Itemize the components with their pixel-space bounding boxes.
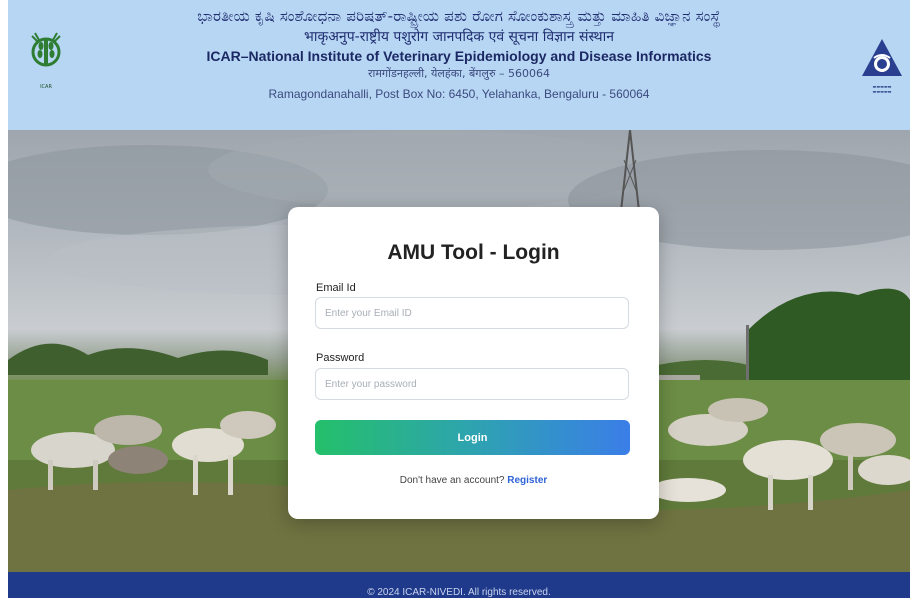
- register-prompt-line: Don't have an account? Register: [288, 475, 659, 486]
- password-input[interactable]: [315, 368, 629, 400]
- login-button[interactable]: Login: [315, 420, 630, 455]
- header-address-english: Ramagondanahalli, Post Box No: 6450, Yel…: [268, 87, 650, 101]
- header-address-hindi: रामगोंडनहल्ली, येलहंका, बेंगलुरु – 56006…: [367, 67, 551, 80]
- triangle-cow-emblem-icon: [862, 39, 902, 76]
- email-input[interactable]: [315, 297, 629, 329]
- header-english-line: ICAR–National Institute of Veterinary Ep…: [206, 48, 712, 64]
- copyright-text: © 2024 ICAR-NIVEDI. All rights reserved.: [367, 587, 551, 598]
- password-label: Password: [316, 352, 365, 364]
- login-title: AMU Tool - Login: [387, 241, 560, 264]
- register-prompt: Don't have an account?: [399, 475, 505, 486]
- email-label: Email Id: [316, 282, 356, 294]
- header-kannada-line: ಭಾರತೀಯ ಕೃಷಿ ಸಂಶೋಧನಾ ಪರಿಷತ್-ರಾಷ್ಟ್ರೀಯ ಪಶು…: [197, 7, 721, 25]
- header-hindi-line: भाकृअनुप-राष्ट्रीय पशुरोग जानपदिक एवं सू…: [304, 29, 614, 45]
- login-card: AMU Tool - Login Email Id Password Login…: [288, 207, 659, 519]
- nivedi-logo-caption: ▬▬▬▬▬ ▬▬▬▬▬: [872, 84, 892, 94]
- institute-header: ICAR ಭಾರತೀಯ ಕೃಷಿ ಸಂಶೋಧನಾ ಪರಿಷತ್-ರಾಷ್ಟ್ರೀ…: [8, 0, 910, 130]
- register-link[interactable]: Register: [507, 475, 547, 486]
- nivedi-logo: ▬▬▬▬▬ ▬▬▬▬▬: [860, 36, 904, 94]
- page-footer: © 2024 ICAR-NIVEDI. All rights reserved.: [8, 572, 910, 598]
